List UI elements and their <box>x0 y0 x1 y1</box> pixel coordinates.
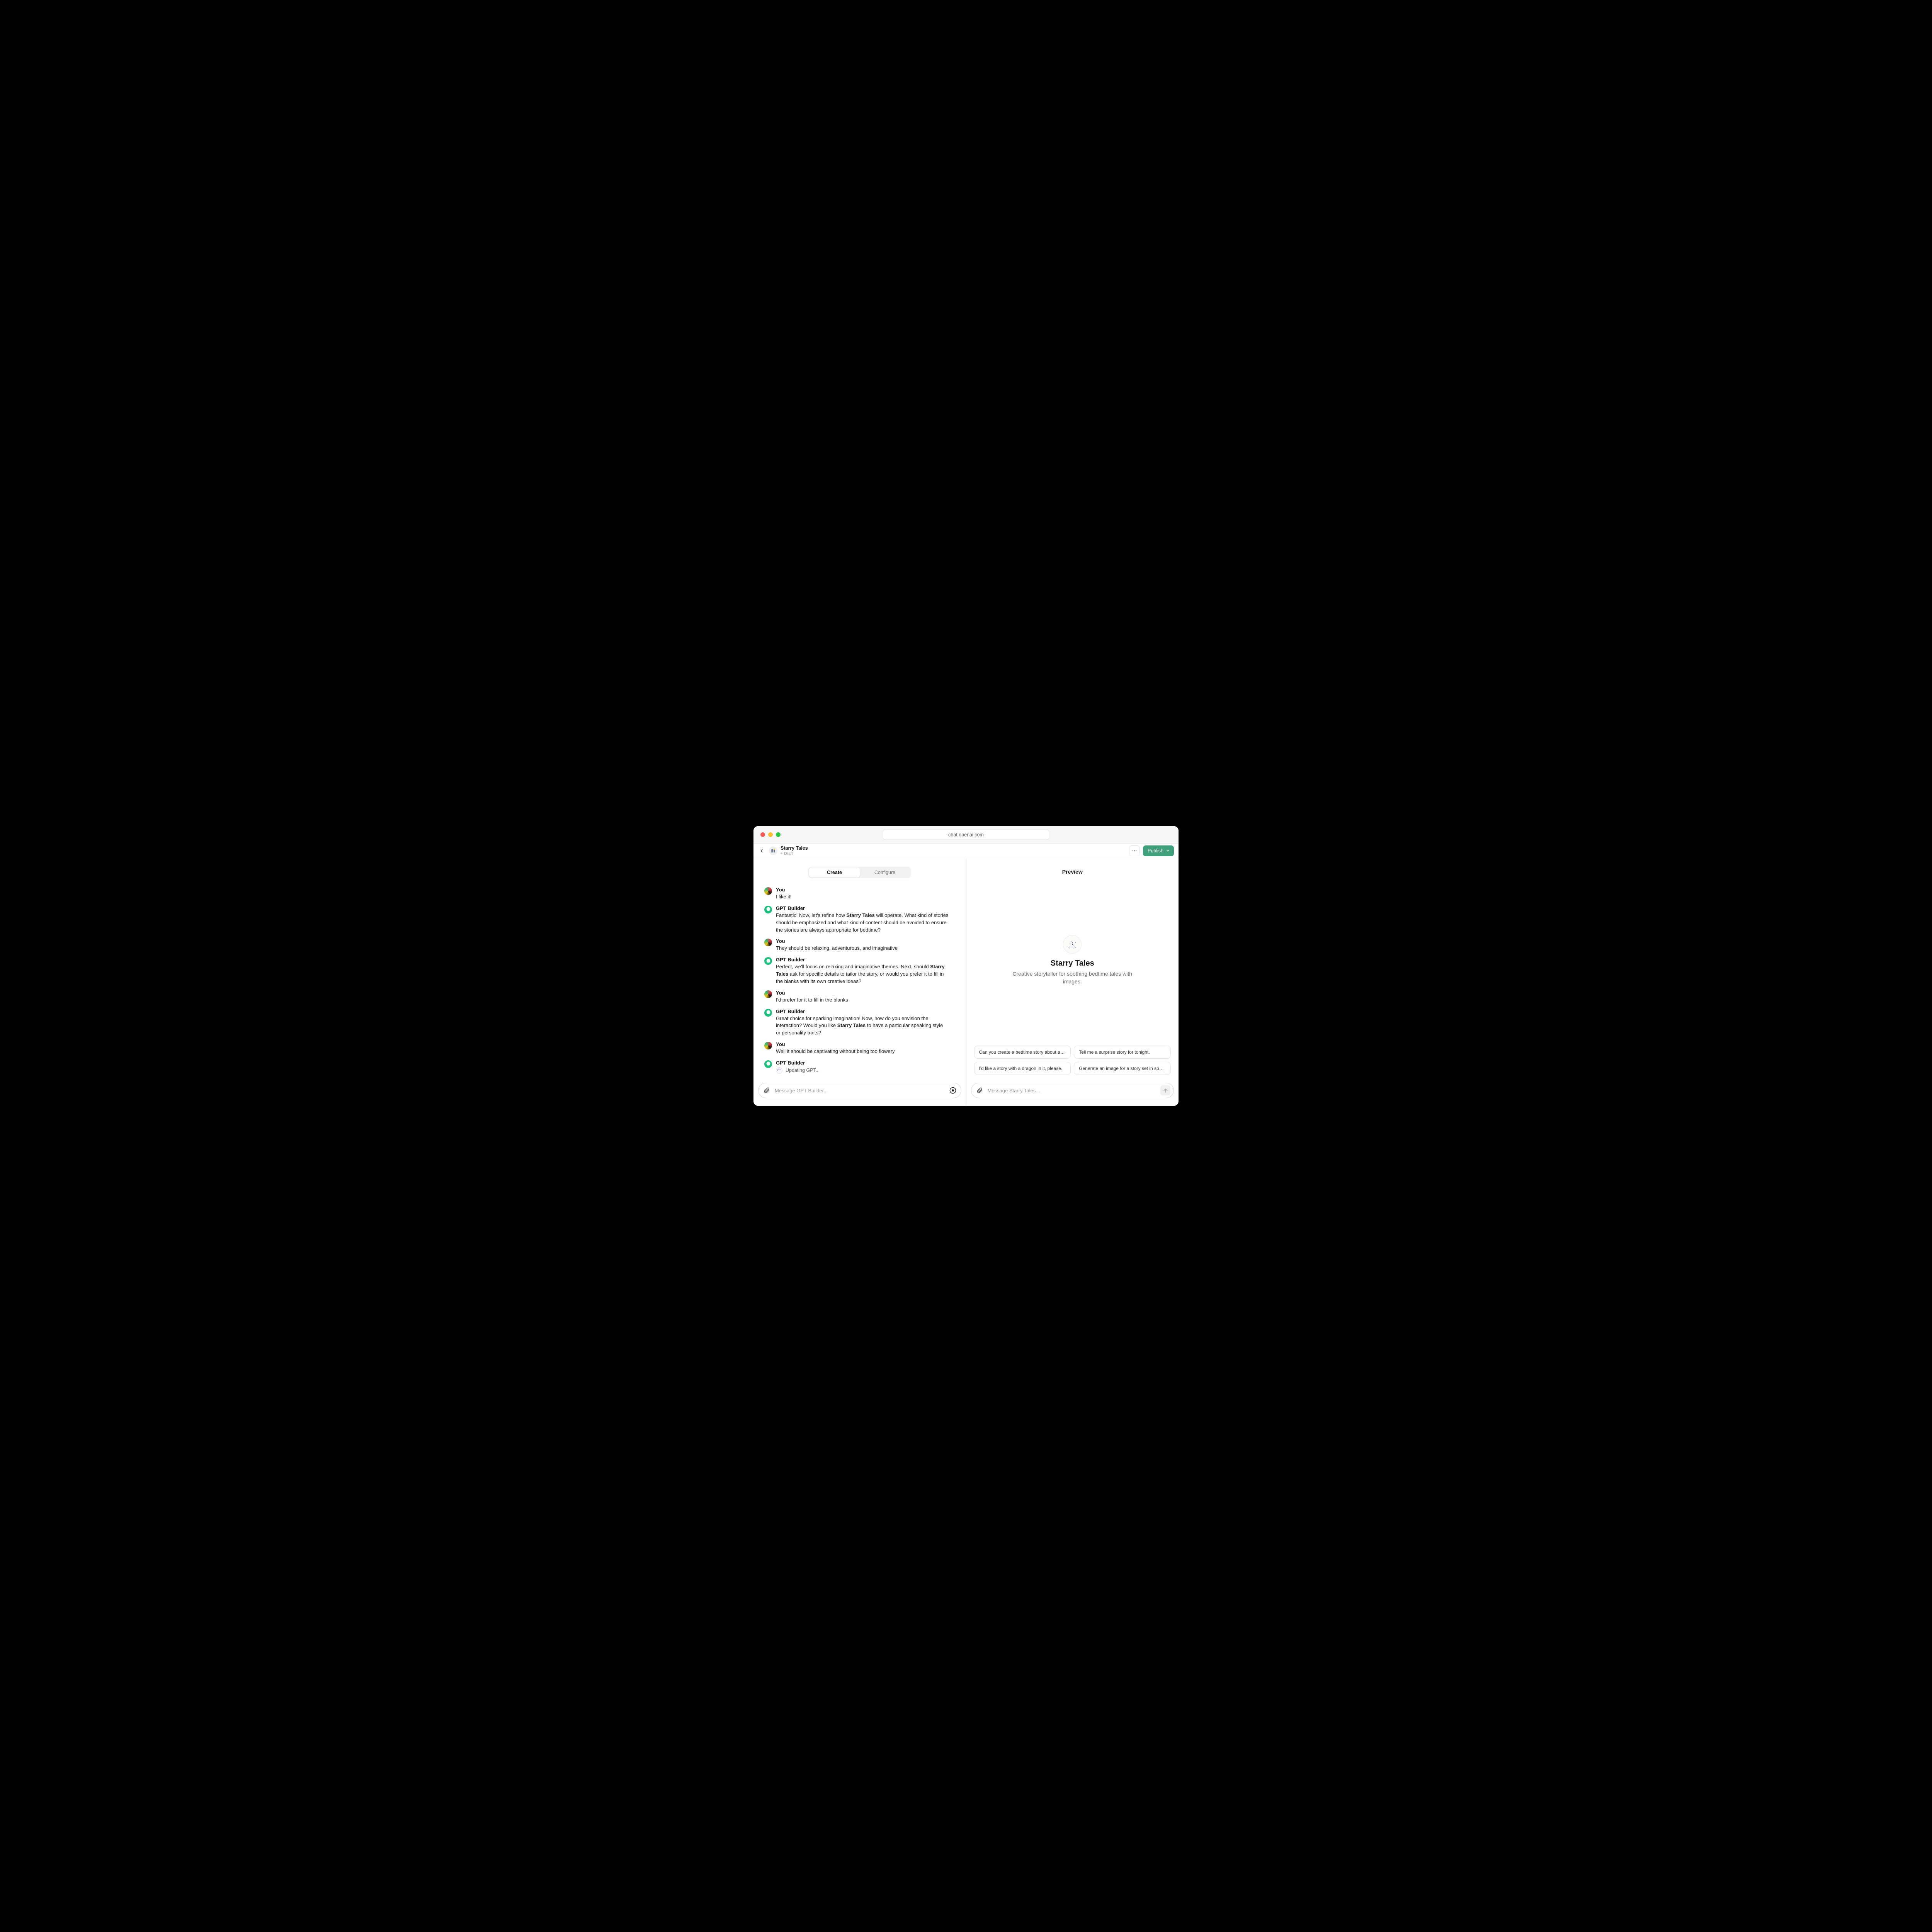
window-zoom-icon[interactable] <box>776 832 781 837</box>
storybook-moon-icon <box>1067 939 1078 950</box>
message-builder: GPT BuilderFantastic! Now, let's refine … <box>764 905 949 934</box>
attach-button[interactable] <box>763 1087 770 1094</box>
send-button[interactable] <box>1160 1085 1170 1095</box>
product-name-mention: Starry Tales <box>837 1022 866 1028</box>
preview-heading: Preview <box>966 858 1179 875</box>
page-header: Starry Tales Draft Publish <box>753 844 1179 858</box>
gpt-avatar-small <box>769 847 777 855</box>
chevron-down-icon <box>1166 849 1170 853</box>
message-author: GPT Builder <box>776 905 949 911</box>
message-builder: GPT BuilderPerfect, we'll focus on relax… <box>764 957 949 985</box>
chevron-left-icon <box>759 848 764 854</box>
preview-gpt-name: Starry Tales <box>1051 959 1094 968</box>
message-text: They should be relaxing, adventurous, an… <box>776 945 949 952</box>
paperclip-icon <box>763 1087 770 1094</box>
create-pane: Create Configure YouI like it!GPT Builde… <box>753 858 966 1106</box>
updating-label: Updating GPT... <box>786 1068 820 1073</box>
gpt-avatar-icon <box>764 1009 772 1017</box>
message-you: YouThey should be relaxing, adventurous,… <box>764 938 949 952</box>
product-name-mention: Starry Tales <box>846 912 874 918</box>
builder-composer <box>758 1083 961 1098</box>
message-you: YouI like it! <box>764 887 949 901</box>
builder-input[interactable] <box>774 1087 944 1094</box>
message-text: Great choice for sparking imagination! N… <box>776 1015 949 1037</box>
product-name-mention: Starry Tales <box>776 964 945 977</box>
publish-label: Publish <box>1148 848 1163 854</box>
gpt-name: Starry Tales <box>781 845 808 851</box>
address-bar[interactable]: chat.openai.com <box>883 830 1049 840</box>
stop-button[interactable] <box>948 1085 958 1095</box>
user-avatar-icon <box>764 1042 772 1049</box>
app-window: chat.openai.com Starry Tales Draft <box>753 826 1179 1106</box>
gpt-avatar-icon <box>764 1060 772 1068</box>
message-text: Well it should be captivating without be… <box>776 1048 949 1055</box>
suggestion-chip[interactable]: Generate an image for a story set in spa… <box>1074 1062 1171 1075</box>
user-avatar-icon <box>764 990 772 998</box>
preview-input[interactable] <box>987 1087 1157 1094</box>
chat-thread: YouI like it!GPT BuilderFantastic! Now, … <box>753 882 966 1079</box>
preview-gpt-desc: Creative storyteller for soothing bedtim… <box>1009 970 1136 985</box>
gpt-avatar-icon <box>764 906 772 913</box>
message-author: GPT Builder <box>776 1009 949 1014</box>
gpt-avatar-icon <box>764 957 772 965</box>
back-button[interactable] <box>757 847 766 855</box>
suggestion-chip[interactable]: I'd like a story with a dragon in it, pl… <box>974 1062 1071 1075</box>
user-avatar-icon <box>764 939 772 946</box>
arrow-up-icon <box>1163 1088 1168 1094</box>
tab-configure[interactable]: Configure <box>860 867 910 878</box>
publish-button[interactable]: Publish <box>1143 845 1174 856</box>
suggestion-chip[interactable]: Tell me a surprise story for tonight. <box>1074 1046 1171 1059</box>
suggestion-chip[interactable]: Can you create a bedtime story about a f… <box>974 1046 1071 1059</box>
message-text: Fantastic! Now, let's refine how Starry … <box>776 912 949 934</box>
user-avatar-icon <box>764 887 772 895</box>
message-text: Perfect, we'll focus on relaxing and ima… <box>776 963 949 985</box>
preview-composer <box>971 1083 1174 1098</box>
message-author: You <box>776 938 949 944</box>
message-you: You I'd prefer for it to fill in the bla… <box>764 990 949 1004</box>
preview-gpt-avatar <box>1063 935 1082 954</box>
preview-pane: Preview Starry Tales Creative storytelle… <box>966 858 1179 1106</box>
message-text: I like it! <box>776 893 949 901</box>
message-author: GPT Builder <box>776 1060 949 1066</box>
gpt-status: Draft <box>781 851 808 856</box>
suggestion-chips: Can you create a bedtime story about a f… <box>966 1046 1179 1079</box>
spinner-icon <box>776 1067 782 1074</box>
message-builder: GPT Builder Updating GPT... <box>764 1060 949 1074</box>
message-you: YouWell it should be captivating without… <box>764 1041 949 1055</box>
window-minimize-icon[interactable] <box>768 832 773 837</box>
preview-attach-button[interactable] <box>976 1087 983 1094</box>
updating-status: Updating GPT... <box>776 1067 949 1074</box>
message-author: You <box>776 887 949 893</box>
address-bar-url: chat.openai.com <box>948 832 984 837</box>
message-author: You <box>776 1041 949 1047</box>
tabs: Create Configure <box>808 867 911 878</box>
message-text: I'd prefer for it to fill in the blanks <box>776 997 949 1004</box>
more-button[interactable] <box>1129 845 1140 856</box>
stop-icon <box>949 1087 957 1094</box>
tab-create[interactable]: Create <box>809 867 860 878</box>
message-author: You <box>776 990 949 996</box>
titlebar: chat.openai.com <box>753 826 1179 844</box>
storybook-icon <box>770 848 776 854</box>
message-builder: GPT BuilderGreat choice for sparking ima… <box>764 1009 949 1037</box>
traffic-lights <box>760 832 781 837</box>
message-author: GPT Builder <box>776 957 949 963</box>
more-horizontal-icon <box>1132 848 1137 854</box>
window-close-icon[interactable] <box>760 832 765 837</box>
paperclip-icon <box>976 1087 983 1094</box>
